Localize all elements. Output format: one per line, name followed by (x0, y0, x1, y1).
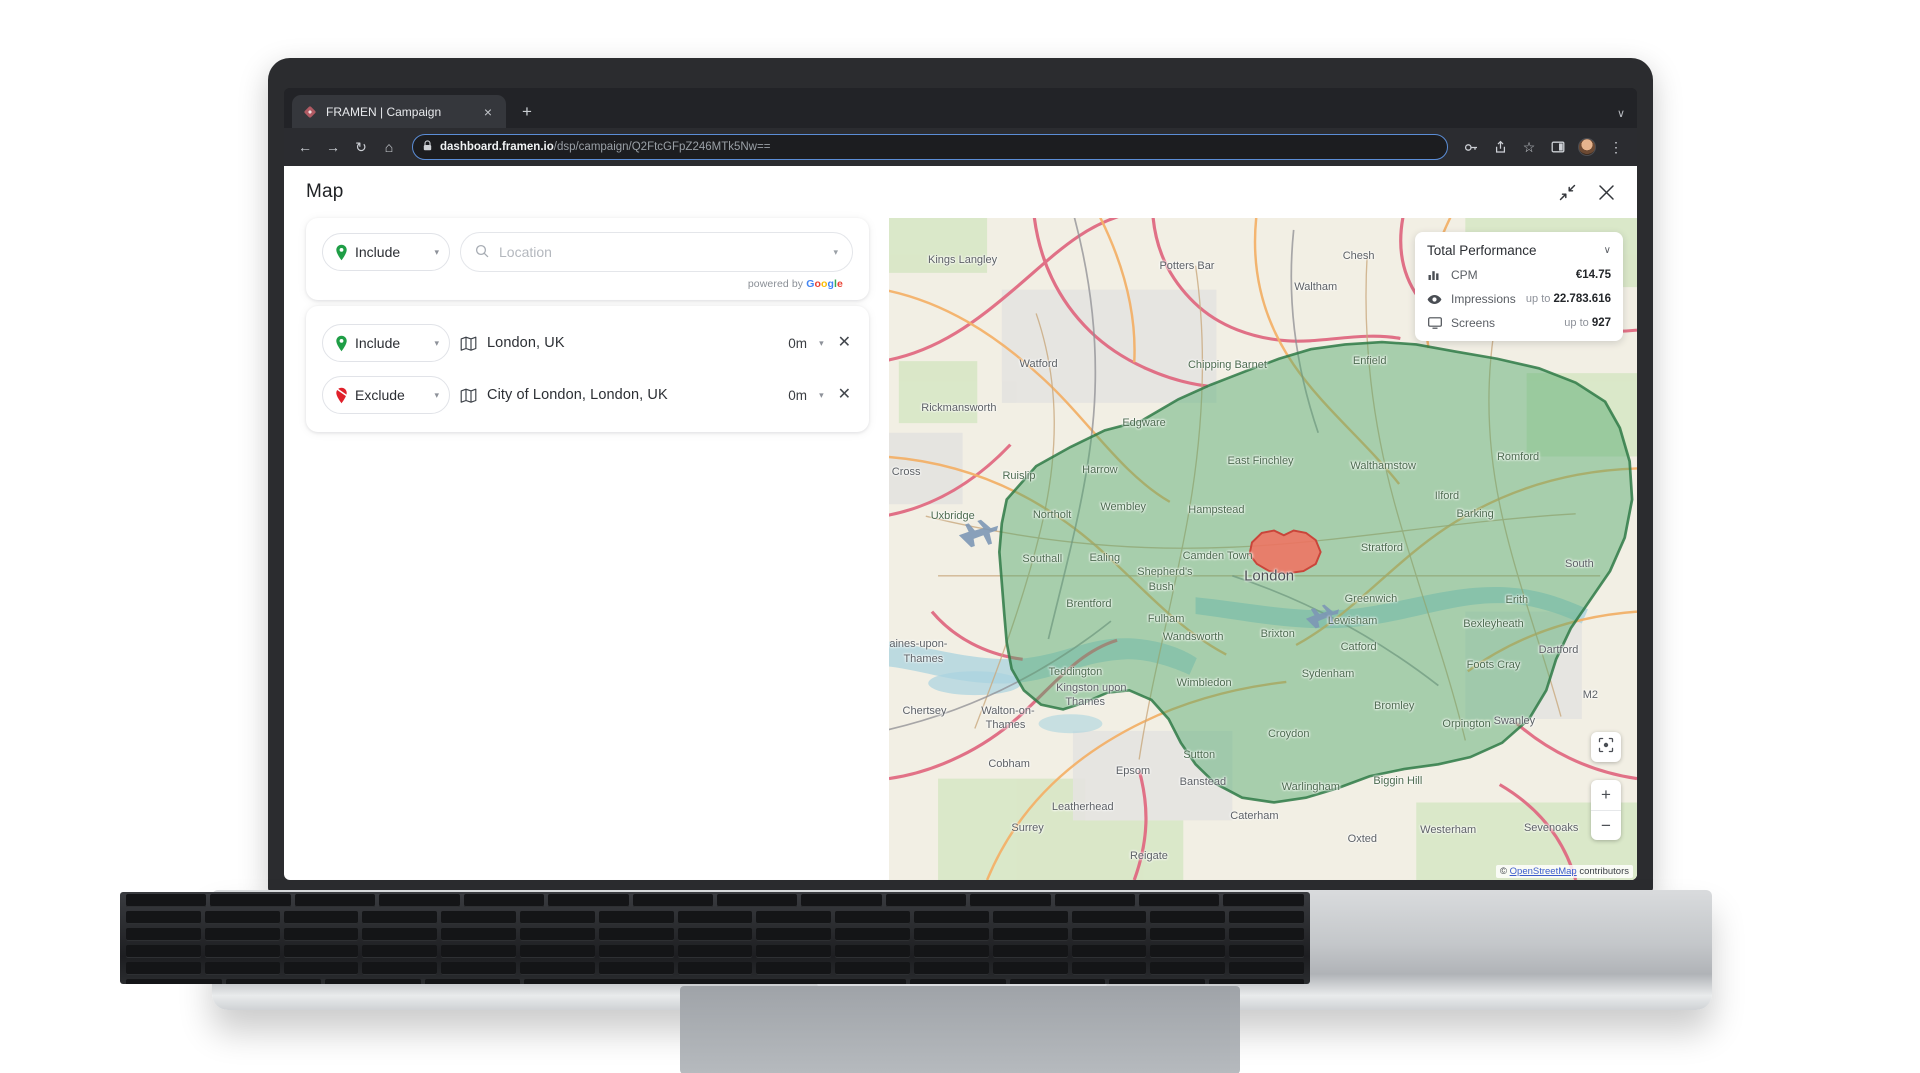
metric-row-screens: Screens up to 927 (1427, 316, 1611, 330)
laptop-trackpad (680, 986, 1240, 1073)
targeting-pane: Include ▾ Location ▾ powered by Google I… (284, 218, 889, 880)
reload-button[interactable]: ↻ (348, 134, 374, 160)
laptop-keyboard (120, 892, 1310, 984)
chevron-down-icon: ▾ (434, 246, 439, 257)
metric-label: CPM (1451, 268, 1478, 282)
total-performance-card: Total Performance ∨ CPM €14.75 Impressio… (1415, 232, 1623, 341)
new-tab-button[interactable]: + (516, 102, 538, 122)
metric-value: up to 927 (1564, 317, 1611, 329)
total-performance-title: Total Performance (1427, 243, 1537, 258)
search-icon (475, 244, 489, 261)
browser-menu-icon[interactable]: ⋮ (1603, 134, 1629, 160)
zoom-controls: + − (1591, 780, 1621, 840)
metric-label: Screens (1451, 316, 1496, 330)
share-icon[interactable] (1487, 134, 1513, 160)
bar-chart-icon (1427, 269, 1442, 281)
list-item: Exclude ▾ City of London, London, UK 0m … (322, 372, 853, 424)
green-pin-icon (335, 335, 348, 352)
map-attribution: © OpenStreetMap contributors (1496, 865, 1633, 878)
metric-value: €14.75 (1575, 269, 1611, 281)
location-radius: 0m (788, 335, 808, 351)
zoom-in-button[interactable]: + (1591, 780, 1621, 810)
green-pin-icon (335, 244, 348, 261)
search-mode-label: Include (355, 244, 401, 260)
chevron-down-icon[interactable]: ▾ (833, 247, 838, 258)
location-name: City of London, London, UK (487, 387, 668, 403)
remove-location-button[interactable]: ✕ (836, 335, 853, 351)
browser-toolbar: ← → ↻ ⌂ dashboard.framen.io/dsp/campaign… (284, 128, 1637, 166)
modal-header-actions (1559, 184, 1615, 201)
location-mode-select[interactable]: Exclude ▾ (322, 376, 450, 414)
framen-logo-icon (302, 104, 317, 119)
home-button[interactable]: ⌂ (376, 134, 402, 160)
collapse-arrows-icon[interactable] (1559, 184, 1576, 201)
toolbar-actions: ☆ ⋮ (1458, 134, 1629, 160)
browser-tab[interactable]: FRAMEN | Campaign × (292, 95, 506, 128)
key-icon[interactable] (1458, 134, 1484, 160)
metric-row-cpm: CPM €14.75 (1427, 268, 1611, 282)
browser-tabstrip: FRAMEN | Campaign × + ∨ (284, 88, 1637, 128)
avatar[interactable] (1574, 134, 1600, 160)
openstreetmap-link[interactable]: OpenStreetMap (1510, 866, 1577, 877)
page-content: Map Include ▾ Location ▾ powered by Goog… (284, 166, 1637, 880)
powered-by-google: powered by Google (747, 278, 843, 290)
locate-icon (1598, 737, 1614, 758)
map-modal-header: Map (284, 166, 1637, 218)
chevron-down-icon: ▾ (434, 389, 439, 400)
metric-value: up to 22.783.616 (1525, 293, 1611, 305)
screenshot-stage: FRAMEN | Campaign × + ∨ ← → ↻ ⌂ dashboar… (0, 0, 1920, 1073)
location-name: London, UK (487, 335, 565, 351)
location-mode-label: Include (355, 335, 401, 351)
zoom-out-button[interactable]: − (1591, 810, 1621, 840)
location-search-card: Include ▾ Location ▾ powered by Google (306, 218, 869, 300)
forward-button[interactable]: → (320, 134, 346, 160)
modal-body: Include ▾ Location ▾ powered by Google I… (284, 218, 1637, 880)
chevron-down-icon[interactable]: ∨ (1617, 107, 1625, 120)
lock-icon (423, 140, 432, 154)
location-radius: 0m (788, 387, 808, 403)
close-icon[interactable] (1598, 184, 1615, 201)
chevron-down-icon[interactable]: ▾ (817, 390, 826, 401)
search-mode-select[interactable]: Include ▾ (322, 233, 450, 271)
url-host: dashboard.framen.io (440, 141, 554, 153)
page-title: Map (306, 181, 344, 202)
total-performance-header: Total Performance ∨ (1427, 243, 1611, 258)
map-icon (460, 335, 477, 352)
browser-tab-title: FRAMEN | Campaign (326, 104, 442, 119)
close-icon[interactable]: × (480, 103, 496, 121)
location-mode-select[interactable]: Include ▾ (322, 324, 450, 362)
eye-icon (1427, 294, 1442, 305)
search-input-placeholder: Location (499, 244, 552, 260)
side-panel-icon[interactable] (1545, 134, 1571, 160)
metric-row-impressions: Impressions up to 22.783.616 (1427, 292, 1611, 306)
locate-button[interactable] (1591, 732, 1621, 762)
monitor-icon (1427, 317, 1442, 329)
location-list-card: Include ▾ London, UK 0m ▾ ✕ Exclude ▾ Ci… (306, 306, 869, 432)
location-search-row: Include ▾ Location ▾ (322, 232, 853, 272)
list-item: Include ▾ London, UK 0m ▾ ✕ (322, 320, 853, 372)
map-icon (460, 387, 477, 404)
bookmark-icon[interactable]: ☆ (1516, 134, 1542, 160)
metric-label: Impressions (1451, 292, 1516, 306)
chevron-down-icon[interactable]: ∨ (1604, 245, 1611, 256)
back-button[interactable]: ← (292, 134, 318, 160)
map-canvas[interactable]: Kings LangleyPotters BarCheshOnWatfordCh… (889, 218, 1637, 880)
remove-location-button[interactable]: ✕ (836, 387, 853, 403)
location-mode-label: Exclude (355, 387, 405, 403)
search-input[interactable]: Location ▾ (460, 232, 853, 272)
chevron-down-icon: ▾ (434, 337, 439, 348)
chevron-down-icon[interactable]: ▾ (817, 338, 826, 349)
map-pane: Kings LangleyPotters BarCheshOnWatfordCh… (889, 218, 1637, 880)
url-path: /dsp/campaign/Q2FtcGFpZ246MTk5Nw== (553, 141, 771, 153)
google-logo-icon: Google (806, 278, 843, 290)
red-pin-crossed-icon (335, 387, 348, 404)
address-bar[interactable]: dashboard.framen.io/dsp/campaign/Q2FtcGF… (412, 134, 1448, 160)
browser-window: FRAMEN | Campaign × + ∨ ← → ↻ ⌂ dashboar… (284, 88, 1637, 880)
